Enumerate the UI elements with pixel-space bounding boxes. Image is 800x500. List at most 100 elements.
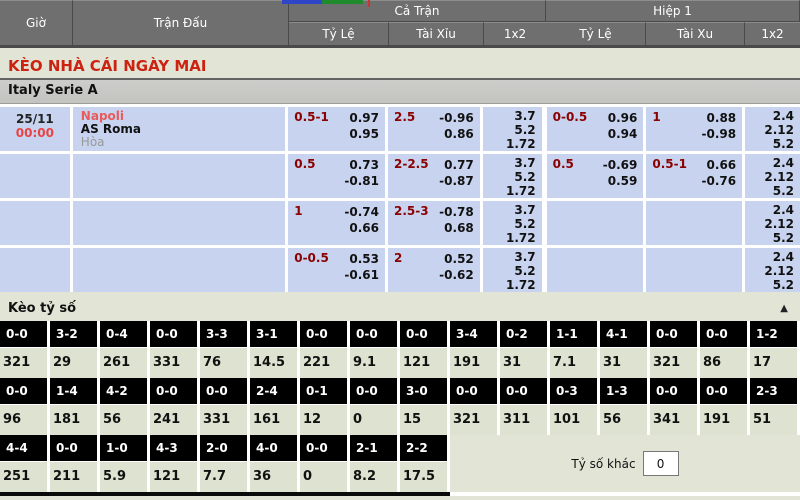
score-odds[interactable]: 56 xyxy=(600,405,647,435)
odds-value: 0.59 xyxy=(603,173,638,189)
h1-1x2-cell: 2.4 2.12 5.2 xyxy=(745,154,800,198)
odds-value: 2.4 xyxy=(745,109,794,123)
score-odds[interactable]: 311 xyxy=(500,405,547,435)
odds-value: 5.2 xyxy=(483,170,536,184)
match-time-cell: 25/11 00:00 xyxy=(0,107,70,151)
odds-table-body: 25/11 00:00 Napoli AS Roma Hòa 0.5-1 0.9… xyxy=(0,104,800,292)
score-odds[interactable]: 17.5 xyxy=(400,462,447,492)
score-odds[interactable]: 331 xyxy=(150,348,197,378)
h1-1x2-cell: 2.4 2.12 5.2 xyxy=(745,201,800,245)
ft-overunder-cell: 2-2.5 0.77-0.87 xyxy=(388,154,480,198)
score-label: 3-3 xyxy=(200,321,247,347)
score-label: 4-3 xyxy=(150,435,197,461)
score-odds[interactable]: 0 xyxy=(350,405,397,435)
odds-row: 25/11 00:00 Napoli AS Roma Hòa 0.5-1 0.9… xyxy=(0,107,800,151)
score-odds[interactable]: 7.7 xyxy=(200,462,247,492)
match-time-cell xyxy=(0,201,70,245)
odds-value: 0.73 xyxy=(344,157,379,173)
away-team[interactable]: AS Roma xyxy=(81,123,285,136)
score-odds[interactable]: 321 xyxy=(450,405,497,435)
h1-overunder-cell: 1 0.88-0.98 xyxy=(646,107,742,151)
odds-value: 5.2 xyxy=(483,123,536,137)
score-odds[interactable]: 96 xyxy=(0,405,47,435)
score-odds[interactable]: 36 xyxy=(250,462,297,492)
score-odds[interactable]: 8.2 xyxy=(350,462,397,492)
odds-value: 5.2 xyxy=(745,278,794,292)
score-odds[interactable]: 161 xyxy=(250,405,297,435)
score-odds[interactable]: 5.9 xyxy=(100,462,147,492)
odds-value: 0.68 xyxy=(439,220,474,236)
score-section-title: Kèo tỷ số xyxy=(8,301,76,316)
odds-value: 0.53 xyxy=(344,251,379,267)
score-odds[interactable]: 0 xyxy=(300,462,347,492)
score-label: 3-2 xyxy=(50,321,97,347)
odds-value: 0.94 xyxy=(608,126,638,142)
score-label: 1-4 xyxy=(50,378,97,404)
match-teams-cell[interactable]: Napoli AS Roma Hòa xyxy=(73,107,285,151)
h1-overunder-cell: 0.5-1 0.66-0.76 xyxy=(646,154,742,198)
league-header: Italy Serie A xyxy=(0,78,800,104)
handicap-line: 0.5 xyxy=(553,157,574,198)
ft-overunder-cell: 2.5-3 -0.780.68 xyxy=(388,201,480,245)
handicap-line: 0.5-1 xyxy=(294,110,329,151)
score-odds[interactable]: 56 xyxy=(100,405,147,435)
total-line: 0.5-1 xyxy=(652,157,687,198)
score-odds[interactable]: 191 xyxy=(450,348,497,378)
handicap-line: 0-0.5 xyxy=(553,110,588,151)
score-odds[interactable]: 251 xyxy=(0,462,47,492)
score-odds[interactable]: 121 xyxy=(150,462,197,492)
score-odds[interactable]: 101 xyxy=(550,405,597,435)
col-header-h1-overunder: Tài Xu xyxy=(646,22,745,46)
score-odds[interactable]: 241 xyxy=(150,405,197,435)
odds-value: 2.4 xyxy=(745,156,794,170)
score-odds[interactable]: 7.1 xyxy=(550,348,597,378)
h1-handicap-cell: 0-0.5 0.960.94 xyxy=(547,107,644,151)
score-odds[interactable]: 51 xyxy=(750,405,797,435)
handicap-line: 0.5 xyxy=(294,157,315,198)
score-odds[interactable]: 76 xyxy=(200,348,247,378)
collapse-arrow-icon[interactable]: ▲ xyxy=(780,303,788,314)
ft-1x2-cell: 3.7 5.2 1.72 xyxy=(483,107,542,151)
score-label: 3-4 xyxy=(450,321,497,347)
h1-overunder-cell xyxy=(646,201,742,245)
score-label: 4-2 xyxy=(100,378,147,404)
score-odds[interactable]: 17 xyxy=(750,348,797,378)
odds-value: -0.61 xyxy=(344,267,379,283)
score-label: 2-4 xyxy=(250,378,297,404)
score-odds[interactable]: 31 xyxy=(500,348,547,378)
score-label: 0-0 xyxy=(350,321,397,347)
score-odds[interactable]: 12 xyxy=(300,405,347,435)
ft-handicap-cell: 0.5-1 0.970.95 xyxy=(288,107,385,151)
score-odds[interactable]: 29 xyxy=(50,348,97,378)
score-odds[interactable]: 31 xyxy=(600,348,647,378)
score-odds[interactable]: 261 xyxy=(100,348,147,378)
other-score-input[interactable] xyxy=(643,451,679,476)
odds-value: 5.2 xyxy=(483,217,536,231)
score-odds[interactable]: 191 xyxy=(700,405,747,435)
odds-value: 1.72 xyxy=(483,231,536,245)
odds-value: -0.62 xyxy=(439,267,474,283)
score-label: 0-0 xyxy=(150,321,197,347)
score-odds[interactable]: 14.5 xyxy=(250,348,297,378)
score-odds[interactable]: 331 xyxy=(200,405,247,435)
score-odds[interactable]: 211 xyxy=(50,462,97,492)
col-header-match: Trận Đấu xyxy=(73,0,289,46)
score-label: 0-4 xyxy=(100,321,147,347)
score-odds[interactable]: 121 xyxy=(400,348,447,378)
score-odds[interactable]: 321 xyxy=(650,348,697,378)
col-group-full-match: Cả Trận Tỷ Lệ Tài Xỉu 1x2 xyxy=(289,0,546,46)
total-line: 2-2.5 xyxy=(394,157,429,198)
score-odds[interactable]: 341 xyxy=(650,405,697,435)
score-odds[interactable]: 321 xyxy=(0,348,47,378)
score-odds[interactable]: 221 xyxy=(300,348,347,378)
score-odds[interactable]: 181 xyxy=(50,405,97,435)
score-odds[interactable]: 86 xyxy=(700,348,747,378)
score-label: 0-0 xyxy=(700,321,747,347)
col-header-ft-handicap: Tỷ Lệ xyxy=(289,22,389,46)
page-title: KÈO NHÀ CÁI NGÀY MAI xyxy=(0,48,800,78)
odds-value: 1.72 xyxy=(483,137,536,151)
score-odds[interactable]: 9.1 xyxy=(350,348,397,378)
odds-value: 2.4 xyxy=(745,250,794,264)
score-label: 0-0 xyxy=(400,321,447,347)
score-odds[interactable]: 15 xyxy=(400,405,447,435)
